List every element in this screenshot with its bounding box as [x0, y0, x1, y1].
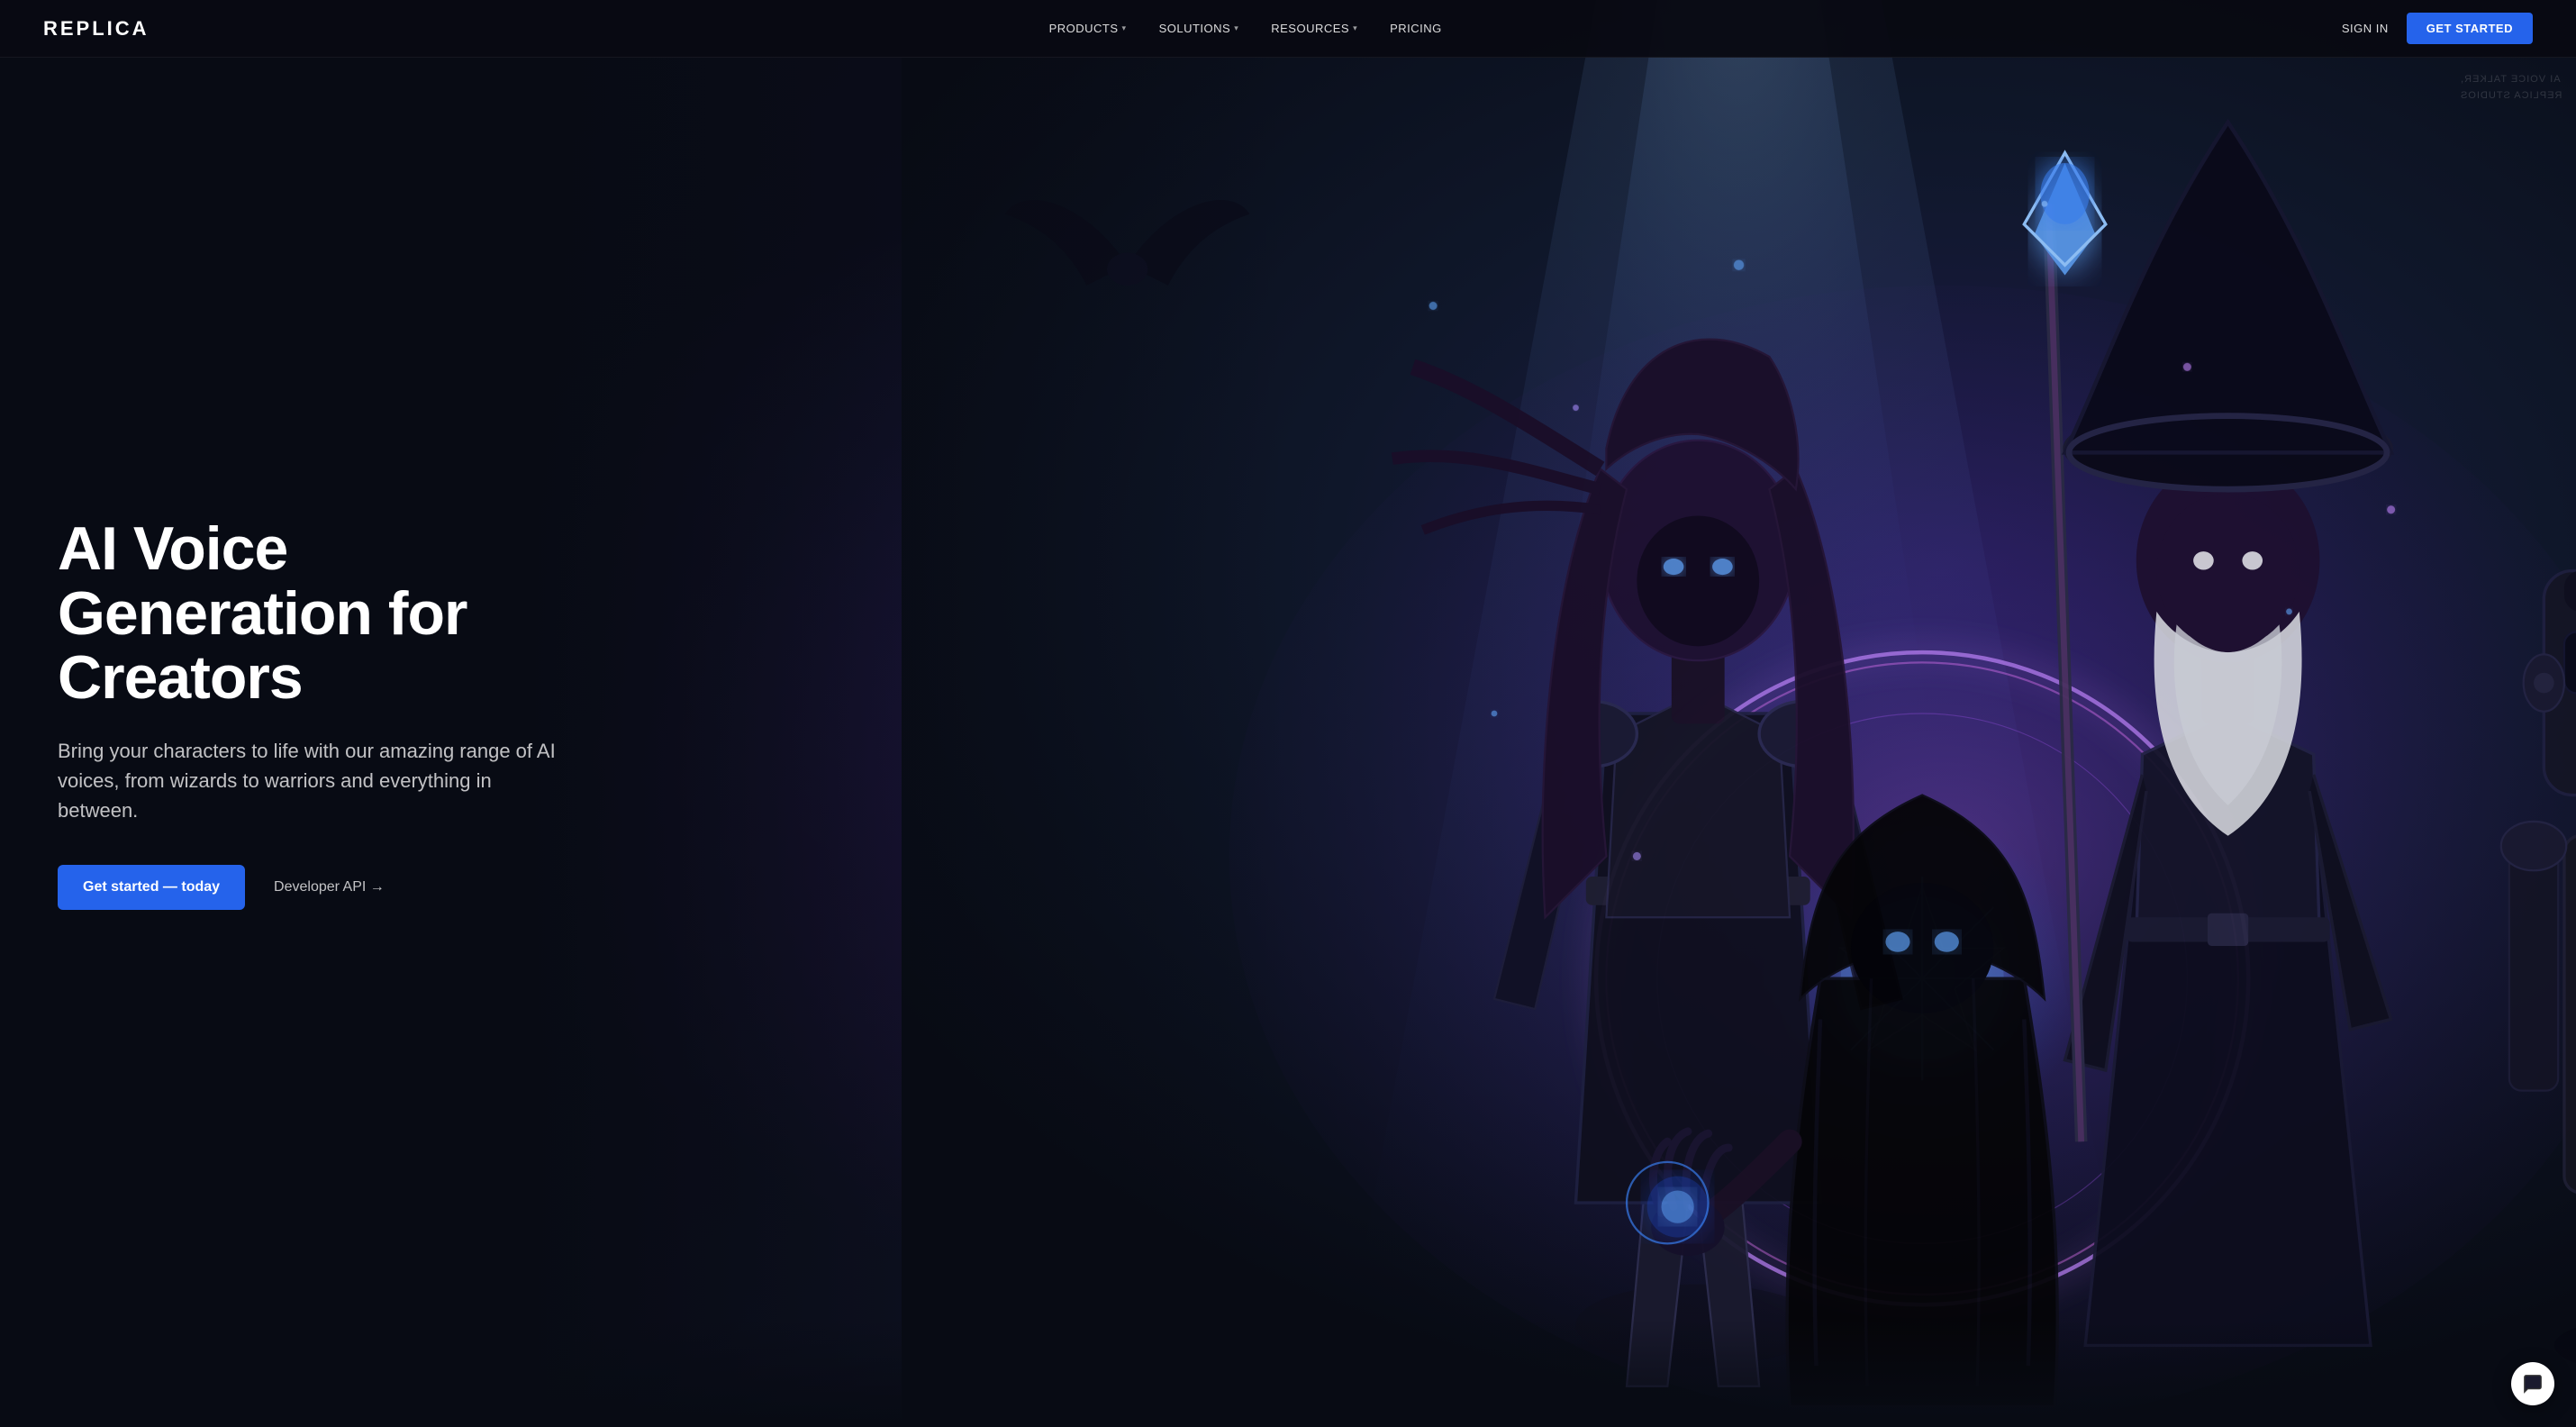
- nav-link-pricing[interactable]: PRICING: [1390, 22, 1442, 35]
- logo[interactable]: REPLICA: [43, 17, 150, 41]
- nav-item-products[interactable]: PRODUCTS ▾: [1049, 22, 1127, 35]
- navbar: REPLICA PRODUCTS ▾ SOLUTIONS ▾ RESOURCES…: [0, 0, 2576, 58]
- nav-links: PRODUCTS ▾ SOLUTIONS ▾ RESOURCES ▾ PRICI…: [1049, 22, 1442, 35]
- hero-content: AI Voice Generation for Creators Bring y…: [0, 517, 630, 909]
- hero-actions: Get started — today Developer API →: [58, 865, 573, 910]
- nav-item-pricing[interactable]: PRICING: [1390, 22, 1442, 35]
- chat-icon: [2523, 1374, 2543, 1394]
- watermark: AI VOICE TALKER, REPLICA STUDIOS: [2460, 72, 2562, 104]
- nav-item-resources[interactable]: RESOURCES ▾: [1271, 22, 1357, 35]
- hero-subtitle: Bring your characters to life with our a…: [58, 736, 562, 825]
- chevron-down-icon: ▾: [1353, 23, 1357, 33]
- chevron-down-icon: ▾: [1234, 23, 1238, 33]
- get-started-hero-button[interactable]: Get started — today: [58, 865, 245, 910]
- nav-link-resources[interactable]: RESOURCES ▾: [1271, 22, 1357, 35]
- chat-widget[interactable]: [2511, 1362, 2554, 1405]
- developer-api-link[interactable]: Developer API →: [274, 879, 385, 895]
- hero-illustration: [902, 0, 2576, 1427]
- chevron-down-icon: ▾: [1122, 23, 1127, 33]
- hero-title: AI Voice Generation for Creators: [58, 517, 573, 710]
- nav-link-solutions[interactable]: SOLUTIONS ▾: [1159, 22, 1239, 35]
- nav-item-solutions[interactable]: SOLUTIONS ▾: [1159, 22, 1239, 35]
- get-started-nav-button[interactable]: GET STARTED: [2407, 13, 2533, 44]
- sign-in-link[interactable]: SIGN IN: [2342, 22, 2389, 35]
- nav-link-products[interactable]: PRODUCTS ▾: [1049, 22, 1127, 35]
- nav-right: SIGN IN GET STARTED: [2342, 13, 2533, 44]
- hero-section: AI VOICE TALKER, REPLICA STUDIOS AI Voic…: [0, 0, 2576, 1427]
